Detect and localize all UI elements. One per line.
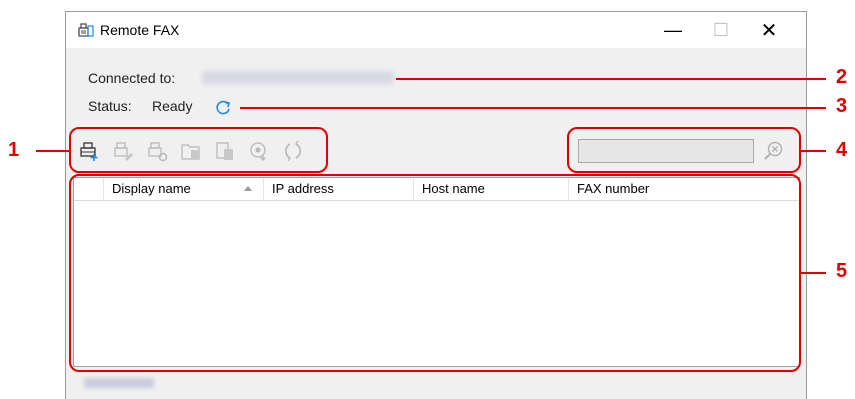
callout-number-2: 2 xyxy=(836,66,848,88)
callout-number-4: 4 xyxy=(836,139,848,161)
callout-box-list xyxy=(69,174,801,372)
minimize-button[interactable]: — xyxy=(650,12,696,48)
callout-line-1 xyxy=(36,150,69,152)
connected-device-value xyxy=(202,71,394,84)
callout-line-4 xyxy=(801,150,826,152)
callout-box-toolbar xyxy=(69,127,328,173)
title-bar: Remote FAX — ☐ ✕ xyxy=(66,12,806,48)
callout-line-2 xyxy=(396,78,826,80)
callout-line-5 xyxy=(801,272,826,274)
maximize-button[interactable]: ☐ xyxy=(698,12,744,48)
callout-number-3: 3 xyxy=(836,95,848,117)
close-button[interactable]: ✕ xyxy=(746,12,792,48)
callout-number-5: 5 xyxy=(836,260,848,282)
window-title: Remote FAX xyxy=(100,22,180,38)
callout-box-search xyxy=(567,127,801,173)
callout-number-1: 1 xyxy=(8,139,20,161)
connected-to-label: Connected to: xyxy=(88,70,176,86)
version-label xyxy=(84,378,154,388)
status-value: Ready xyxy=(152,98,193,114)
fax-app-icon xyxy=(78,23,94,37)
status-label: Status: xyxy=(88,98,132,114)
refresh-icon[interactable] xyxy=(214,98,232,116)
callout-line-3 xyxy=(240,107,826,109)
